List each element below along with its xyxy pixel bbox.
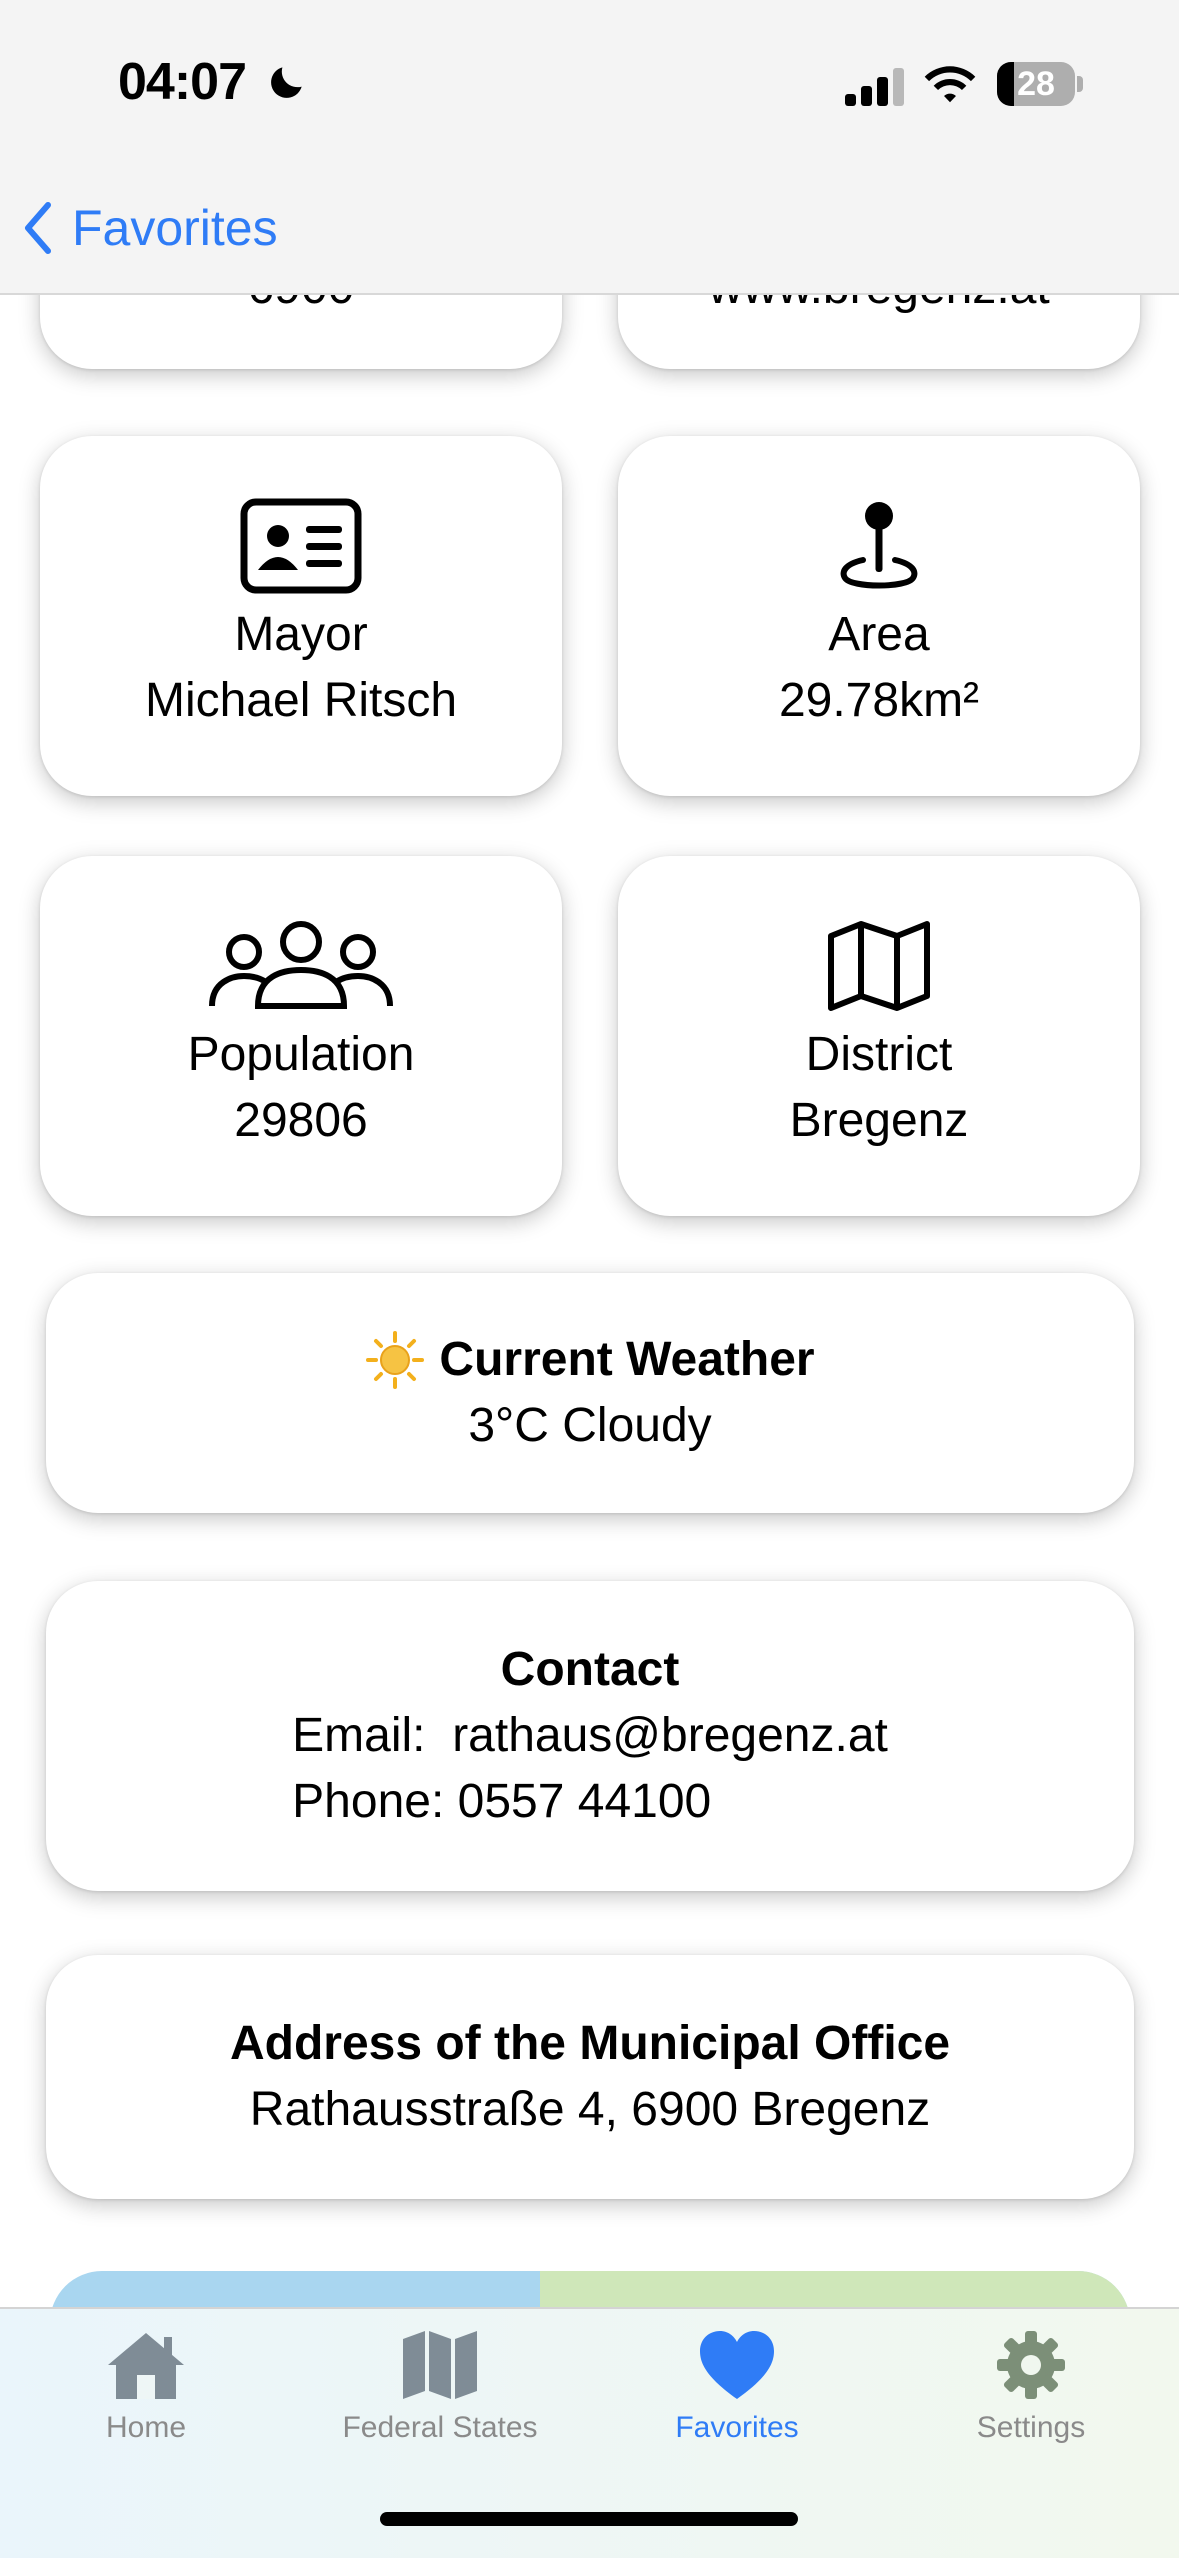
home-indicator[interactable] [380,2512,798,2526]
battery-level: 28 [1017,65,1055,103]
mayor-label: Mayor [234,608,368,661]
wifi-icon [924,66,976,103]
tab-favorites-label: Favorites [675,2411,799,2444]
area-card: Area 29.78km² [618,436,1140,796]
weather-card: Current Weather 3°C Cloudy [46,1273,1134,1513]
mayor-value: Michael Ritsch [144,674,458,727]
gear-icon [997,2331,1065,2399]
map-pin-icon [840,502,918,589]
contact-title: Contact [500,1643,680,1696]
battery-tip [1077,76,1083,92]
chevron-left-icon [25,202,51,254]
population-card: Population 29806 [40,856,562,1216]
website-card[interactable]: www.bregenz.at [618,293,1140,369]
address-card: Address of the Municipal Office Rathauss… [46,1955,1134,2199]
postal-code-value: 6900 [248,293,355,321]
address-title: Address of the Municipal Office [229,2017,951,2070]
contact-card: Contact Email: rathaus@bregenz.at Phone:… [46,1581,1134,1891]
tab-favorites[interactable]: Favorites [612,2329,862,2445]
people-icon [209,921,393,1009]
weather-value: 3°C Cloudy [468,1399,712,1452]
house-icon [108,2333,184,2399]
back-button[interactable]: Favorites [22,198,278,258]
tab-home-label: Home [105,2411,187,2444]
status-time: 04:07 [118,53,247,111]
area-value: 29.78km² [778,674,980,727]
location-map[interactable] [50,2271,1130,2307]
tab-federal-states[interactable]: Federal States [315,2329,565,2445]
contact-lines: Email: rathaus@bregenz.at Phone: 0557 44… [292,1703,888,1835]
id-card-icon [240,498,362,594]
population-label: Population [187,1028,415,1081]
heart-icon [700,2331,774,2399]
website-value[interactable]: www.bregenz.at [708,293,1050,321]
district-card: District Bregenz [618,856,1140,1216]
district-value: Bregenz [789,1094,969,1147]
map-icon [828,921,930,1011]
battery-indicator: 28 [997,62,1075,106]
contact-phone[interactable]: Phone: 0557 44100 [292,1769,888,1835]
cellular-signal-icon [845,66,905,106]
tab-settings[interactable]: Settings [906,2329,1156,2445]
tab-home[interactable]: Home [21,2329,271,2445]
map-icon [403,2331,477,2399]
navigation-bar: Favorites [0,160,1179,295]
postal-code-card: 6900 [40,293,562,369]
moon-icon [271,67,302,98]
address-value: Rathausstraße 4, 6900 Bregenz [249,2083,931,2136]
sun-icon [366,1331,425,1389]
mayor-card: Mayor Michael Ritsch [40,436,562,796]
back-button-label: Favorites [72,200,278,256]
district-label: District [805,1028,953,1081]
tab-federal-states-label: Federal States [342,2411,538,2444]
weather-title: Current Weather [439,1333,815,1386]
weather-title-row: Current Weather [365,1327,815,1393]
map-land-area [540,2271,1130,2307]
tab-settings-label: Settings [976,2411,1086,2444]
detail-scroll-view[interactable]: 6900 www.bregenz.at Mayor Michael Ritsch… [0,293,1179,2307]
contact-email[interactable]: Email: rathaus@bregenz.at [292,1703,888,1769]
area-label: Area [828,608,930,661]
population-value: 29806 [234,1094,368,1147]
